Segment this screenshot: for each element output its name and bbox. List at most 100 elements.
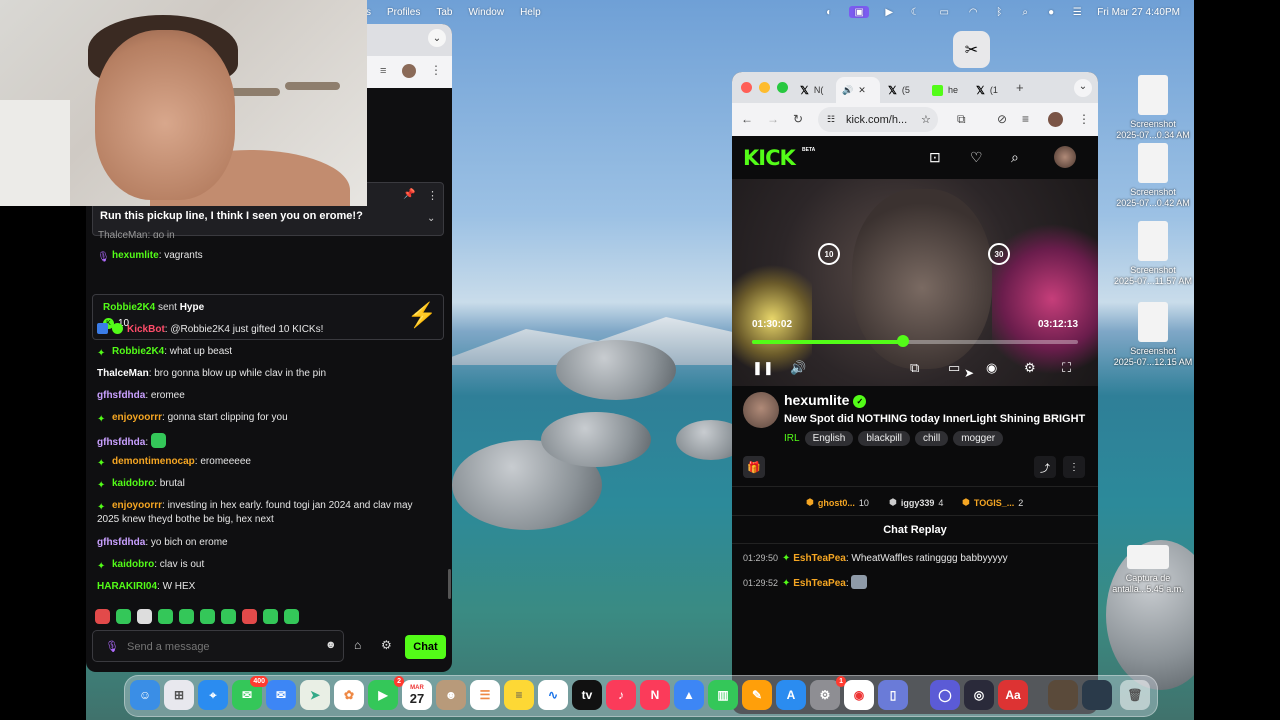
chevron-down-icon[interactable]: ⌄ <box>1074 79 1092 97</box>
desktop-file-captura[interactable]: Captura de antalla...5.45 a.m. <box>1106 545 1190 595</box>
gear-icon[interactable]: ⚙ <box>381 638 392 652</box>
video-player[interactable]: 10 30 01:30:02 03:12:13 ❚❚ 🔊 ⧉ ▭ ◉ ⚙ ⛶ <box>732 179 1098 386</box>
recent-window-thumbnail[interactable] <box>1048 680 1078 710</box>
speed-icon[interactable]: ◉ <box>986 360 997 376</box>
chrome-icon[interactable]: ◉ <box>844 680 874 710</box>
more-icon[interactable]: ⋮ <box>427 189 438 202</box>
launchpad-icon[interactable]: ⊞ <box>164 680 194 710</box>
tab-x-1[interactable]: 𝕏 N( <box>794 77 829 103</box>
emote-icon[interactable] <box>158 609 173 624</box>
forward-icon[interactable]: → <box>767 112 779 126</box>
seek-bar[interactable] <box>752 340 1078 344</box>
chevron-down-icon[interactable]: ⌄ <box>428 29 446 47</box>
emote-icon[interactable] <box>263 609 278 624</box>
streamer-name[interactable]: hexumlite <box>784 392 849 408</box>
following-icon[interactable]: ⊡ <box>929 149 941 166</box>
close-window-button[interactable] <box>741 82 752 93</box>
menu-profiles[interactable]: Profiles <box>387 7 420 18</box>
menu-tab[interactable]: Tab <box>436 7 452 18</box>
contacts-icon[interactable]: ☻ <box>436 680 466 710</box>
chat-username[interactable]: kaidobro <box>112 478 154 489</box>
profile-avatar[interactable] <box>1048 112 1063 127</box>
keynote-icon[interactable]: ▲ <box>674 680 704 710</box>
leaderboard-entry[interactable]: ⬢ iggy339 4 <box>889 497 943 508</box>
tab-x-2[interactable]: 𝕏 (5 <box>882 77 916 103</box>
reminders-icon[interactable]: ☰ <box>470 680 500 710</box>
media-icon[interactable]: ≡ <box>1022 112 1029 126</box>
messenger-icon[interactable]: ◯ <box>930 680 960 710</box>
tag[interactable]: blackpill <box>858 431 910 446</box>
focus-moon-icon[interactable]: ☾ <box>909 6 921 18</box>
category-link[interactable]: IRL <box>784 433 800 444</box>
iphone-mirroring-icon[interactable]: ▯ <box>878 680 908 710</box>
profile-avatar[interactable] <box>402 64 416 78</box>
fullscreen-icon[interactable]: ⛶ <box>1062 360 1071 376</box>
new-tab-icon[interactable]: + <box>1016 80 1024 95</box>
more-icon[interactable]: ⋮ <box>1078 112 1090 126</box>
hype-username[interactable]: Robbie2K4 <box>103 302 155 313</box>
emote-icon[interactable] <box>242 609 257 624</box>
music-icon[interactable]: ♪ <box>606 680 636 710</box>
zoom-window-button[interactable] <box>777 82 788 93</box>
play-icon[interactable]: ▶ <box>883 6 895 18</box>
tag[interactable]: English <box>804 431 854 446</box>
numbers-icon[interactable]: ▥ <box>708 680 738 710</box>
search-icon[interactable]: ⌕ <box>1011 149 1019 166</box>
photos-icon[interactable]: ✿ <box>334 680 364 710</box>
messages-icon[interactable]: ✉ 400 <box>232 676 268 710</box>
system-settings-icon[interactable]: ⚙ 1 <box>810 676 846 710</box>
chat-username[interactable]: enjoyoorrr <box>112 412 162 423</box>
leaderboard-entry[interactable]: ⬢ TOGIS_... 2 <box>962 497 1023 508</box>
chat-username[interactable]: gfhsfdhda <box>97 437 145 448</box>
notes-icon[interactable]: ≡ <box>504 680 534 710</box>
battery-icon[interactable]: ▭ <box>935 6 953 18</box>
chat-username[interactable]: enjoyoorrr <box>112 500 162 511</box>
chat-username[interactable]: kaidobro <box>112 559 154 570</box>
streamer-avatar[interactable] <box>743 392 779 428</box>
news-icon[interactable]: N <box>640 680 670 710</box>
more-options-button[interactable]: ⋮ <box>1063 456 1085 478</box>
emote-icon[interactable] <box>179 609 194 624</box>
seek-handle[interactable] <box>896 335 909 347</box>
volume-icon[interactable]: 🔊 <box>790 360 806 376</box>
menubar-clock[interactable]: Fri Mar 27 4:40PM <box>1097 7 1180 18</box>
speaker-icon[interactable]: 🔊 <box>842 85 853 96</box>
emote-icon[interactable] <box>137 609 152 624</box>
chat-username[interactable]: KickBot <box>127 324 165 335</box>
mail-icon[interactable]: ✉ <box>266 680 296 710</box>
tab-active[interactable]: 🔊 ✕ <box>836 77 880 103</box>
freeform-icon[interactable]: ∿ <box>538 680 568 710</box>
tab-kick[interactable]: he <box>926 77 964 103</box>
chat-send-button[interactable]: Chat <box>405 635 446 659</box>
leaderboard-entry[interactable]: ⬢ ghost0... 10 <box>806 497 869 508</box>
theater-icon[interactable]: ▭ <box>948 360 960 376</box>
more-icon[interactable]: ⋮ <box>430 63 442 77</box>
back-icon[interactable]: ← <box>741 112 753 126</box>
calendar-icon[interactable]: MAR 27 <box>402 680 432 710</box>
chat-username[interactable]: Robbie2K4 <box>112 346 164 357</box>
replay-username[interactable]: EshTeaPea <box>793 553 846 564</box>
chat-username[interactable]: gfhsfdhda <box>97 390 145 401</box>
facetime-icon[interactable]: ▶ 2 <box>368 676 404 710</box>
desktop-file-screenshot[interactable]: Screenshot 2025-07...11.57 AM <box>1111 221 1195 287</box>
maps-icon[interactable]: ➤ <box>300 680 330 710</box>
emote-icon[interactable] <box>95 609 110 624</box>
chat-scrollbar[interactable] <box>448 569 451 599</box>
siri-icon[interactable]: ● <box>1045 6 1057 18</box>
emote-icon[interactable] <box>116 609 131 624</box>
mic-icon[interactable]: 🎙 <box>105 640 119 653</box>
desktop-file-screenshot[interactable]: Screenshot 2025-07...0.42 AM <box>1111 143 1195 209</box>
user-avatar[interactable] <box>1054 146 1076 168</box>
capcut-app-icon[interactable]: ✂ <box>953 31 990 68</box>
gear-icon[interactable]: ⚙ <box>1024 360 1036 376</box>
minimize-window-button[interactable] <box>759 82 770 93</box>
share-button[interactable]: ⤴ <box>1034 456 1056 478</box>
emoji-icon[interactable]: ☻ <box>325 639 337 651</box>
apple-tv-icon[interactable]: tv <box>572 680 602 710</box>
pages-icon[interactable]: ✎ <box>742 680 772 710</box>
dictionary-icon[interactable]: Aa <box>998 680 1028 710</box>
kick-logo[interactable]: KICK <box>743 146 796 170</box>
pause-icon[interactable]: ❚❚ <box>752 360 774 376</box>
replay-username[interactable]: EshTeaPea <box>793 578 846 589</box>
desktop-file-screenshot[interactable]: Screenshot 2025-07...0.34 AM <box>1111 75 1195 141</box>
